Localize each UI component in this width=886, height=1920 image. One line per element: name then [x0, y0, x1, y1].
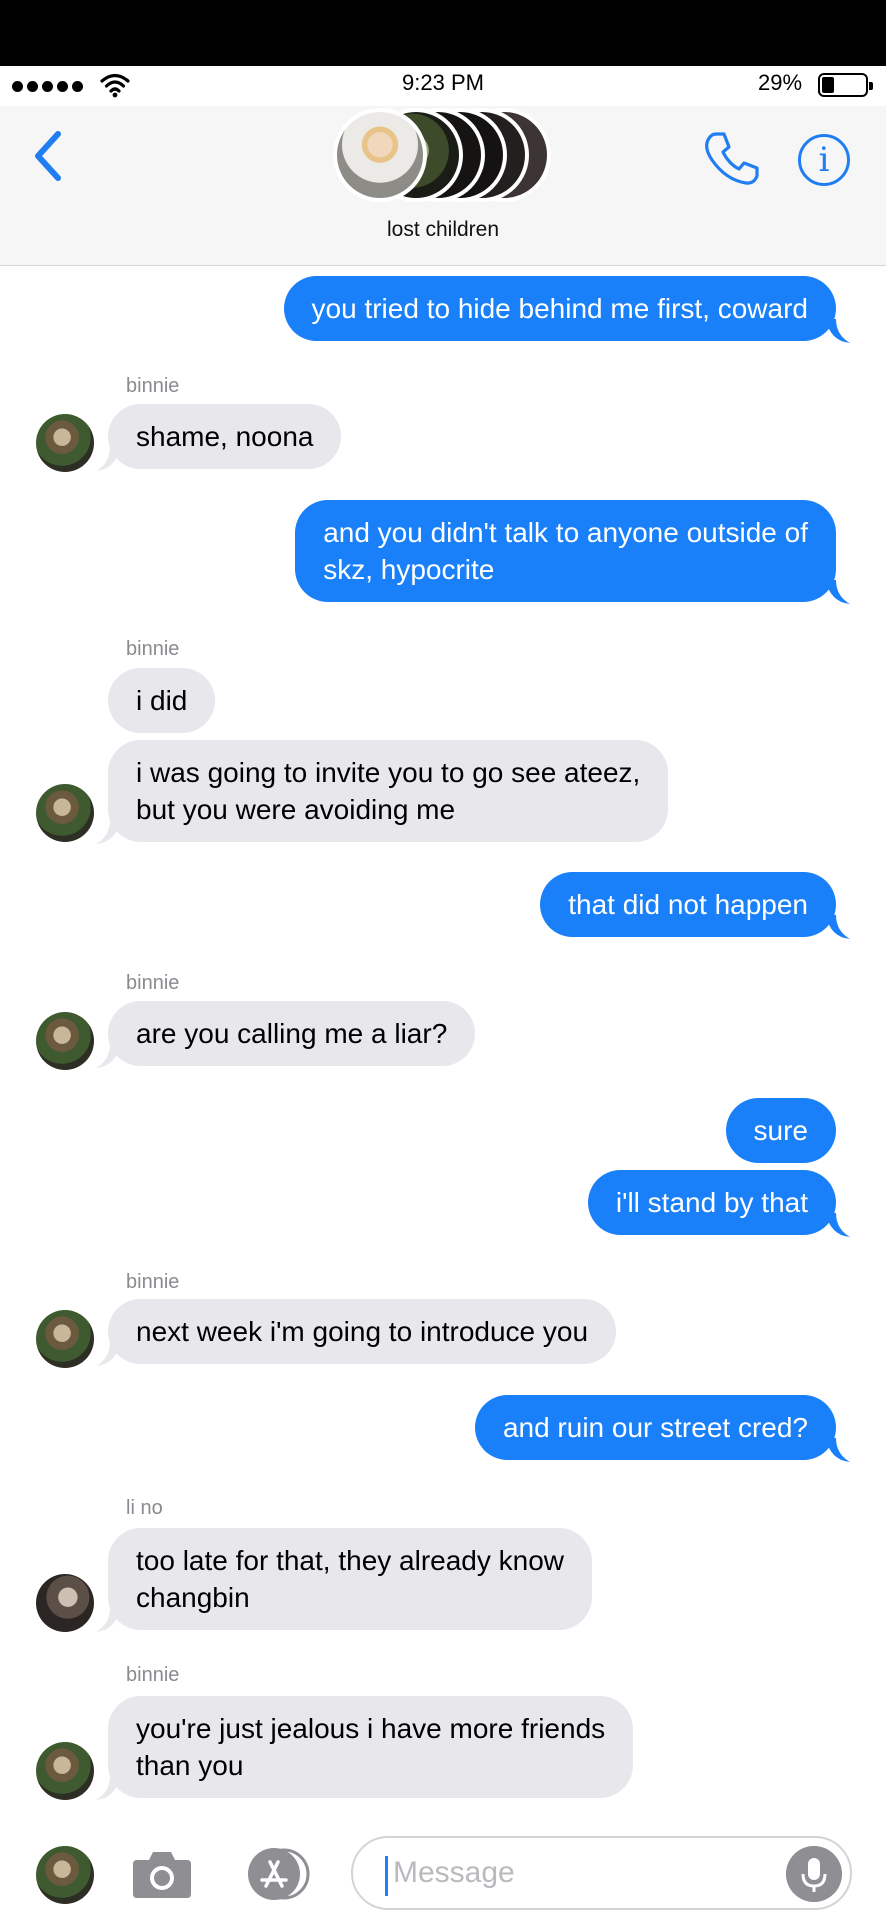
outgoing-message[interactable]: and ruin our street cred? — [474, 1395, 836, 1460]
sender-name: binnie — [126, 638, 180, 660]
bubble-tail — [96, 447, 120, 471]
info-icon[interactable]: i — [798, 134, 850, 186]
lino-avatar[interactable] — [36, 1574, 94, 1632]
incoming-message[interactable]: you're just jealous i have more friends … — [108, 1696, 634, 1798]
compose-bar: Message — [0, 1826, 886, 1920]
outgoing-message[interactable]: and you didn't talk to anyone outside of… — [295, 500, 836, 602]
camera-icon[interactable] — [131, 1848, 193, 1900]
outgoing-message[interactable]: sure — [725, 1098, 836, 1163]
incoming-message[interactable]: are you calling me a liar? — [108, 1001, 476, 1066]
message-placeholder: Message — [393, 1856, 515, 1889]
sender-name: binnie — [126, 1664, 180, 1686]
group-avatar-stack[interactable] — [333, 106, 553, 206]
binnie-avatar[interactable] — [36, 784, 94, 842]
bubble-tail — [826, 580, 850, 604]
status-time: 9:23 PM — [402, 70, 484, 95]
sender-name: li no — [126, 1497, 163, 1519]
bubble-tail — [826, 319, 850, 343]
sender-name: binnie — [126, 1271, 180, 1293]
bubble-tail — [96, 1776, 120, 1800]
incoming-message[interactable]: shame, noona — [108, 404, 342, 469]
incoming-message[interactable]: i did — [108, 668, 216, 733]
sender-name: binnie — [126, 375, 180, 397]
incoming-message[interactable]: too late for that, they already know cha… — [108, 1528, 593, 1630]
top-black-bar — [0, 0, 886, 66]
bubble-tail — [96, 1608, 120, 1632]
sender-name: binnie — [126, 972, 180, 994]
app-store-icon[interactable] — [238, 1846, 314, 1902]
back-chevron-icon[interactable] — [28, 126, 68, 186]
binnie-avatar[interactable] — [36, 1742, 94, 1800]
group-avatar-main — [333, 108, 427, 202]
incoming-message[interactable]: i was going to invite you to go see atee… — [108, 740, 669, 842]
bubble-tail — [826, 1213, 850, 1237]
binnie-avatar[interactable] — [36, 1012, 94, 1070]
binnie-avatar[interactable] — [36, 1310, 94, 1368]
outgoing-message[interactable]: you tried to hide behind me first, cowar… — [283, 276, 836, 341]
status-bar: 9:23 PM 29% — [0, 66, 886, 106]
bubble-tail — [826, 1438, 850, 1462]
incoming-message[interactable]: next week i'm going to introduce you — [108, 1299, 617, 1364]
outgoing-message[interactable]: i'll stand by that — [587, 1170, 836, 1235]
bubble-tail — [96, 1044, 120, 1068]
binnie-avatar — [36, 1846, 94, 1904]
microphone-icon[interactable] — [786, 1846, 842, 1902]
bubble-tail — [826, 915, 850, 939]
conversation-header: lost children i — [0, 106, 886, 266]
bubble-tail — [96, 1342, 120, 1366]
text-caret — [385, 1856, 388, 1896]
bubble-tail — [96, 820, 120, 844]
binnie-avatar[interactable] — [36, 414, 94, 472]
battery-icon — [818, 73, 873, 97]
phone-icon[interactable] — [702, 130, 762, 188]
message-input[interactable]: Message — [351, 1836, 852, 1910]
group-name[interactable]: lost children — [0, 218, 886, 242]
outgoing-message[interactable]: that did not happen — [540, 872, 836, 937]
battery-percent: 29% — [758, 70, 803, 95]
battery-fill — [822, 77, 834, 93]
